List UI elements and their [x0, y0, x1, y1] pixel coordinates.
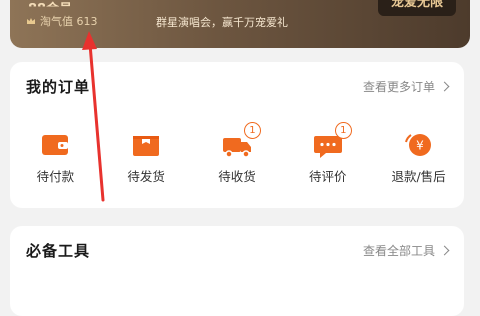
view-all-tools-link[interactable]: 查看全部工具	[362, 242, 450, 259]
tools-card: 必备工具 查看全部工具	[10, 226, 464, 316]
refund-icon: ¥	[404, 134, 431, 156]
wallet-icon	[42, 135, 69, 155]
view-all-orders-label: 查看更多订单	[362, 79, 435, 94]
banner-headline: 88会员专享权益	[160, 0, 248, 8]
order-refund-aftersale[interactable]: ¥ 退款/售后	[379, 130, 459, 196]
order-pending-receipt[interactable]: 1 待收货	[197, 122, 277, 196]
svg-text:¥: ¥	[416, 139, 424, 153]
chevron-right-icon	[439, 81, 450, 91]
order-pending-payment[interactable]: 待付款	[15, 130, 95, 196]
member-banner[interactable]: 88会员 淘气值 613 88会员专享权益 群星演唱会，赢千万宠爱礼 宠爱无限	[10, 0, 470, 48]
view-all-orders-link[interactable]: 查看更多订单	[362, 78, 450, 95]
taoqi-score-text: 淘气值 613	[40, 15, 98, 28]
order-label: 待收货	[218, 169, 256, 184]
orders-card: 我的订单 查看更多订单 待付款 待发货 1 待收货 1 待评价 ¥ 退款/售后	[10, 62, 464, 208]
order-badge: 1	[243, 122, 261, 139]
package-icon	[133, 136, 160, 156]
order-label: 退款/售后	[391, 169, 446, 184]
order-pending-review[interactable]: 1 待评价	[288, 122, 368, 196]
order-label: 待付款	[36, 169, 75, 184]
chevron-right-icon	[439, 245, 450, 255]
order-badge: 1	[334, 122, 352, 139]
taoqi-score[interactable]: 淘气值 613	[26, 13, 98, 29]
order-label: 待发货	[127, 169, 165, 184]
crown-icon	[27, 18, 35, 24]
banner-cta-button[interactable]: 宠爱无限	[378, 0, 456, 16]
tools-title: 必备工具	[26, 241, 91, 260]
order-pending-shipment[interactable]: 待发货	[106, 130, 186, 196]
order-status-row: 待付款 待发货 1 待收货 1 待评价 ¥ 退款/售后	[10, 122, 464, 196]
orders-header: 我的订单 查看更多订单	[26, 74, 450, 98]
banner-subtitle: 群星演唱会，赢千万宠爱礼	[156, 16, 288, 29]
view-all-tools-label: 查看全部工具	[362, 243, 435, 258]
order-label: 待评价	[309, 169, 347, 184]
orders-title: 我的订单	[26, 77, 91, 96]
tools-header: 必备工具 查看全部工具	[26, 238, 450, 262]
